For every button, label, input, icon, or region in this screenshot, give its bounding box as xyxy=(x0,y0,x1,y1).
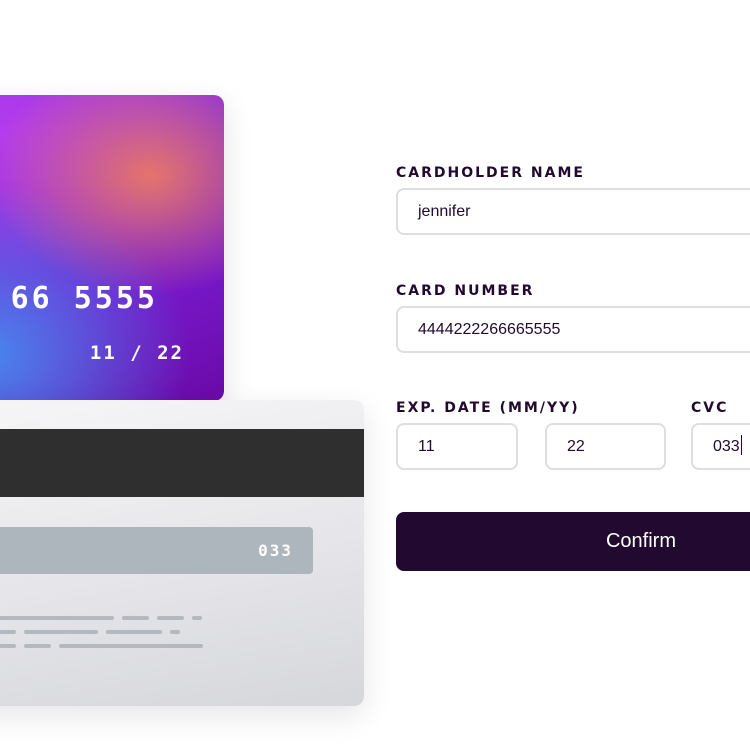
confirm-button[interactable]: Confirm xyxy=(396,512,750,571)
card-number-field[interactable]: 4444222266665555 xyxy=(396,306,750,353)
cvc-field[interactable]: 033 xyxy=(691,423,750,470)
exp-year-value: 22 xyxy=(567,438,585,455)
exp-month-field[interactable]: 11 xyxy=(396,423,518,470)
fine-print-line xyxy=(59,644,203,648)
fine-print-line xyxy=(106,630,162,634)
card-back: 033 xyxy=(0,400,364,706)
card-details-page: 66 5555 11 / 22 033 CARDHOLDER NAME jenn… xyxy=(0,0,750,750)
fine-print-line xyxy=(0,644,16,648)
exp-date-label: EXP. DATE (MM/YY) xyxy=(396,400,580,416)
card-front-number: 66 5555 xyxy=(10,281,158,316)
fine-print-line xyxy=(157,616,184,620)
cardholder-name-label: CARDHOLDER NAME xyxy=(396,165,585,181)
card-form: CARDHOLDER NAME jennifer CARD NUMBER 444… xyxy=(396,0,750,750)
card-back-cvc: 033 xyxy=(258,541,293,560)
fine-print-line xyxy=(170,630,180,634)
cvc-value: 033 xyxy=(713,438,740,455)
fine-print-line xyxy=(24,644,51,648)
exp-year-field[interactable]: 22 xyxy=(545,423,666,470)
fine-print-line xyxy=(122,616,149,620)
magnetic-stripe xyxy=(0,429,364,497)
fine-print-line xyxy=(0,630,16,634)
card-front-expiry: 11 / 22 xyxy=(89,342,184,364)
signature-strip: 033 xyxy=(0,527,313,574)
fine-print-line xyxy=(24,630,98,634)
cardholder-name-field[interactable]: jennifer xyxy=(396,188,750,235)
fine-print-line xyxy=(0,616,114,620)
text-caret xyxy=(740,435,742,455)
fine-print-line xyxy=(192,616,202,620)
card-number-label: CARD NUMBER xyxy=(396,283,535,299)
card-front: 66 5555 11 / 22 xyxy=(0,95,224,401)
cvc-label: CVC xyxy=(691,400,729,416)
